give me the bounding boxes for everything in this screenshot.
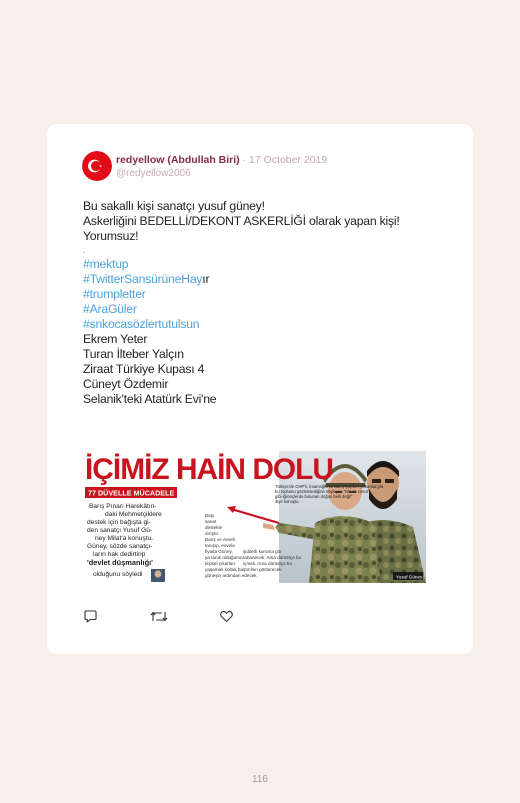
separator: · [242, 154, 247, 166]
article-line: sanat [205, 519, 217, 524]
hashtag-link[interactable]: #mektup [83, 257, 433, 272]
reply-icon[interactable] [83, 609, 98, 625]
article-line: 'devlet düşmanlığı' [87, 558, 153, 567]
retweet-icon[interactable] [150, 609, 168, 625]
article-line: içmek. Ama dürüstçe bu [243, 561, 292, 566]
article-line: ların hak dedirtirip [93, 551, 146, 558]
article-line: yaşamak koltuk baştırılsın gösterecek [205, 567, 282, 572]
article-line: fiyatla Güney, [205, 549, 233, 554]
tweet-text: Bu sakallı kişi sanatçı yusuf güney! Ask… [83, 199, 433, 407]
article-line: olduğunu söyledi [93, 571, 143, 578]
display-name[interactable]: redyellow (Abdullah Biri) [116, 154, 240, 166]
tweet-line: Yorumsuz! [83, 229, 139, 243]
article-line: daki Mehmetçiklere [105, 511, 162, 518]
headline: İÇİMİZ HAİN DOLU [85, 453, 333, 486]
hashtag-row: #TwitterSansürüneHayır [83, 272, 433, 287]
tweet-header: redyellow (Abdullah Biri) · 17 October 2… [116, 154, 327, 166]
kicker: 77 DÜVELLE MÜCADELE [88, 489, 174, 498]
article-line: ney Milat'a konuştu. [95, 535, 153, 542]
like-icon[interactable] [219, 609, 234, 625]
trend-line: Turan İlteber Yalçın [83, 347, 184, 361]
article-line: ya tanık olduğumu [205, 555, 243, 560]
article-line: şiddetli koruma gör [243, 549, 282, 554]
tweet-line: Askerliğini BEDELLİ/DEKONT ASKERLİĞİ ola… [83, 214, 400, 228]
trend-line: Cüneyt Özdemir [83, 377, 169, 391]
hashtag-suffix: ır [202, 272, 210, 286]
tweet-line: Bu sakallı kişi sanatçı yusuf güney! [83, 199, 265, 213]
article-line: kişisel çıkarları- [205, 561, 237, 566]
article-line: tanışıp, evvela [205, 543, 235, 548]
article-line: Başı [205, 513, 214, 518]
article-line: Güney, sözde sanatçı- [87, 543, 152, 550]
newspaper-clipping[interactable]: Yusuf Güney İÇİMİZ HAİN DOLU 77 DÜVELLE … [83, 449, 426, 583]
newspaper-image: Yusuf Güney İÇİMİZ HAİN DOLU 77 DÜVELLE … [83, 449, 426, 583]
tweet-card: redyellow (Abdullah Biri) · 17 October 2… [47, 124, 473, 654]
hashtag-link[interactable]: #snkocasözlertutulsun [83, 317, 433, 332]
article-line: destek için bağışta gi- [87, 519, 151, 526]
article-line: destekte [205, 525, 223, 530]
article-line: dırıştır. [205, 531, 219, 536]
turkish-flag-icon [82, 151, 112, 181]
avatar[interactable] [82, 151, 112, 181]
article-line: Barış ve evveli [205, 537, 235, 542]
article-line: den sanatçı Yusuf Gü- [87, 527, 152, 534]
trend-line: Selanik'teki Atatürk Evi'ne [83, 392, 217, 406]
trend-line: Ziraat Türkiye Kupası 4 [83, 362, 205, 376]
photo-credit: Yusuf Güney [396, 575, 423, 580]
page-number: 116 [252, 774, 268, 785]
hashtag-link[interactable]: #trumpletter [83, 287, 433, 302]
article-line: güneşin ardından edecek [205, 573, 257, 578]
tweet-line: . [83, 246, 86, 255]
tweet-date[interactable]: 17 October 2019 [249, 154, 327, 166]
trend-line: Ekrem Yeter [83, 332, 148, 346]
article-line: tahanecek. Ama dürüstçe bu [243, 555, 302, 560]
user-handle[interactable]: @redyellow2006 [116, 168, 191, 179]
inset-line: diye konuştu. [275, 499, 300, 504]
hashtag-link[interactable]: #TwitterSansürüneHay [83, 272, 202, 286]
hashtag-link[interactable]: #AraGüler [83, 302, 433, 317]
article-line: Barış Pınarı Harekâtın- [89, 503, 156, 510]
